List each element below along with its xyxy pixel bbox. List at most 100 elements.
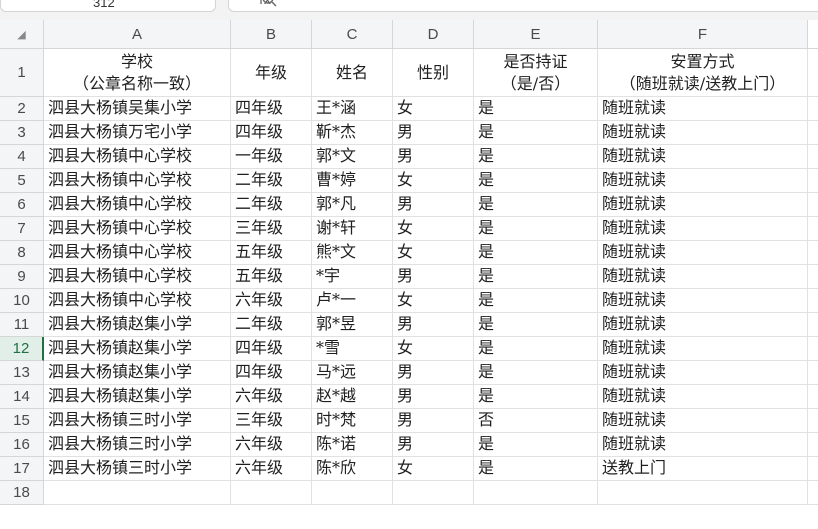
cell-certified[interactable]: 是	[474, 337, 598, 361]
cell-name[interactable]: 郭*文	[312, 145, 393, 169]
cell-certified[interactable]: 是	[474, 193, 598, 217]
cell-grade[interactable]: 四年级	[231, 361, 312, 385]
row-header[interactable]: 3	[0, 121, 44, 145]
cell-placement[interactable]: 随班就读	[598, 169, 808, 193]
cell-certified[interactable]: 是	[474, 433, 598, 457]
cell-name[interactable]: 陈*欣	[312, 457, 393, 481]
cell-certified[interactable]: 是	[474, 121, 598, 145]
cell-placement[interactable]: 随班就读	[598, 313, 808, 337]
cell-certified[interactable]: 是	[474, 145, 598, 169]
empty-cell[interactable]	[312, 481, 393, 505]
cell-gender[interactable]: 女	[393, 457, 474, 481]
row-header[interactable]: 13	[0, 361, 44, 385]
cell-name[interactable]: 陈*诺	[312, 433, 393, 457]
cell-school[interactable]: 泗县大杨镇三时小学	[44, 409, 231, 433]
search-icon[interactable]	[262, 0, 278, 8]
cell-grade[interactable]: 二年级	[231, 193, 312, 217]
cell-name[interactable]: 马*远	[312, 361, 393, 385]
cell-school[interactable]: 泗县大杨镇赵集小学	[44, 361, 231, 385]
column-header-d[interactable]: D	[393, 20, 474, 49]
cell-name[interactable]: 曹*婷	[312, 169, 393, 193]
cell-placement[interactable]: 随班就读	[598, 289, 808, 313]
cell-gender[interactable]: 男	[393, 193, 474, 217]
name-box[interactable]: 312	[0, 0, 216, 12]
cell-school[interactable]: 泗县大杨镇三时小学	[44, 433, 231, 457]
column-header-c[interactable]: C	[312, 20, 393, 49]
cell-school[interactable]: 泗县大杨镇三时小学	[44, 457, 231, 481]
cell-grade[interactable]: 六年级	[231, 289, 312, 313]
cell-placement[interactable]: 随班就读	[598, 433, 808, 457]
row-header[interactable]: 17	[0, 457, 44, 481]
empty-cell[interactable]	[598, 481, 808, 505]
cell-certified[interactable]: 是	[474, 457, 598, 481]
row-header[interactable]: 11	[0, 313, 44, 337]
cell-placement[interactable]: 随班就读	[598, 361, 808, 385]
column-header-a[interactable]: A	[44, 20, 231, 49]
cell-name[interactable]: 王*涵	[312, 97, 393, 121]
row-header[interactable]: 10	[0, 289, 44, 313]
header-cell[interactable]: 年级	[231, 49, 312, 97]
cell-grade[interactable]: 二年级	[231, 313, 312, 337]
cell-name[interactable]: *宇	[312, 265, 393, 289]
row-header[interactable]: 5	[0, 169, 44, 193]
row-header[interactable]: 14	[0, 385, 44, 409]
cell-name[interactable]: 郭*昱	[312, 313, 393, 337]
cell-gender[interactable]: 男	[393, 433, 474, 457]
column-header-b[interactable]: B	[231, 20, 312, 49]
cell-name[interactable]: *雪	[312, 337, 393, 361]
cell-gender[interactable]: 男	[393, 265, 474, 289]
cell-school[interactable]: 泗县大杨镇中心学校	[44, 265, 231, 289]
cell-gender[interactable]: 男	[393, 409, 474, 433]
cell-name[interactable]: 熊*文	[312, 241, 393, 265]
cell-grade[interactable]: 五年级	[231, 241, 312, 265]
cell-certified[interactable]: 是	[474, 289, 598, 313]
cell-gender[interactable]: 男	[393, 361, 474, 385]
header-cell[interactable]: 性别	[393, 49, 474, 97]
row-header[interactable]: 16	[0, 433, 44, 457]
cell-grade[interactable]: 三年级	[231, 409, 312, 433]
cell-school[interactable]: 泗县大杨镇中心学校	[44, 145, 231, 169]
cell-placement[interactable]: 随班就读	[598, 121, 808, 145]
row-header[interactable]: 4	[0, 145, 44, 169]
cell-school[interactable]: 泗县大杨镇赵集小学	[44, 313, 231, 337]
cell-placement[interactable]: 送教上门	[598, 457, 808, 481]
empty-cell[interactable]	[44, 481, 231, 505]
cell-grade[interactable]: 二年级	[231, 169, 312, 193]
cell-certified[interactable]: 否	[474, 409, 598, 433]
cell-gender[interactable]: 男	[393, 385, 474, 409]
cell-placement[interactable]: 随班就读	[598, 217, 808, 241]
empty-cell[interactable]	[474, 481, 598, 505]
cell-placement[interactable]: 随班就读	[598, 385, 808, 409]
cell-grade[interactable]: 六年级	[231, 433, 312, 457]
cell-school[interactable]: 泗县大杨镇吴集小学	[44, 97, 231, 121]
cell-gender[interactable]: 女	[393, 289, 474, 313]
cell-placement[interactable]: 随班就读	[598, 409, 808, 433]
cell-grade[interactable]: 六年级	[231, 385, 312, 409]
cell-placement[interactable]: 随班就读	[598, 337, 808, 361]
cell-certified[interactable]: 是	[474, 169, 598, 193]
cell-grade[interactable]: 四年级	[231, 97, 312, 121]
formula-input[interactable]: fx	[228, 0, 818, 12]
cell-school[interactable]: 泗县大杨镇中心学校	[44, 169, 231, 193]
cell-certified[interactable]: 是	[474, 97, 598, 121]
row-header[interactable]: 15	[0, 409, 44, 433]
cell-school[interactable]: 泗县大杨镇中心学校	[44, 241, 231, 265]
cell-certified[interactable]: 是	[474, 361, 598, 385]
cell-placement[interactable]: 随班就读	[598, 193, 808, 217]
cell-gender[interactable]: 女	[393, 169, 474, 193]
column-header-f[interactable]: F	[598, 20, 808, 49]
cell-school[interactable]: 泗县大杨镇中心学校	[44, 217, 231, 241]
cell-certified[interactable]: 是	[474, 241, 598, 265]
header-cell[interactable]: 学校 （公章名称一致）	[44, 49, 231, 97]
select-all-corner[interactable]: ◢	[0, 20, 44, 49]
cell-gender[interactable]: 女	[393, 217, 474, 241]
cell-name[interactable]: 卢*一	[312, 289, 393, 313]
row-header[interactable]: 12	[0, 337, 44, 361]
row-header[interactable]: 18	[0, 481, 44, 505]
cell-gender[interactable]: 男	[393, 145, 474, 169]
empty-cell[interactable]	[231, 481, 312, 505]
cell-placement[interactable]: 随班就读	[598, 241, 808, 265]
cell-grade[interactable]: 六年级	[231, 457, 312, 481]
cell-name[interactable]: 郭*凡	[312, 193, 393, 217]
cell-gender[interactable]: 女	[393, 97, 474, 121]
